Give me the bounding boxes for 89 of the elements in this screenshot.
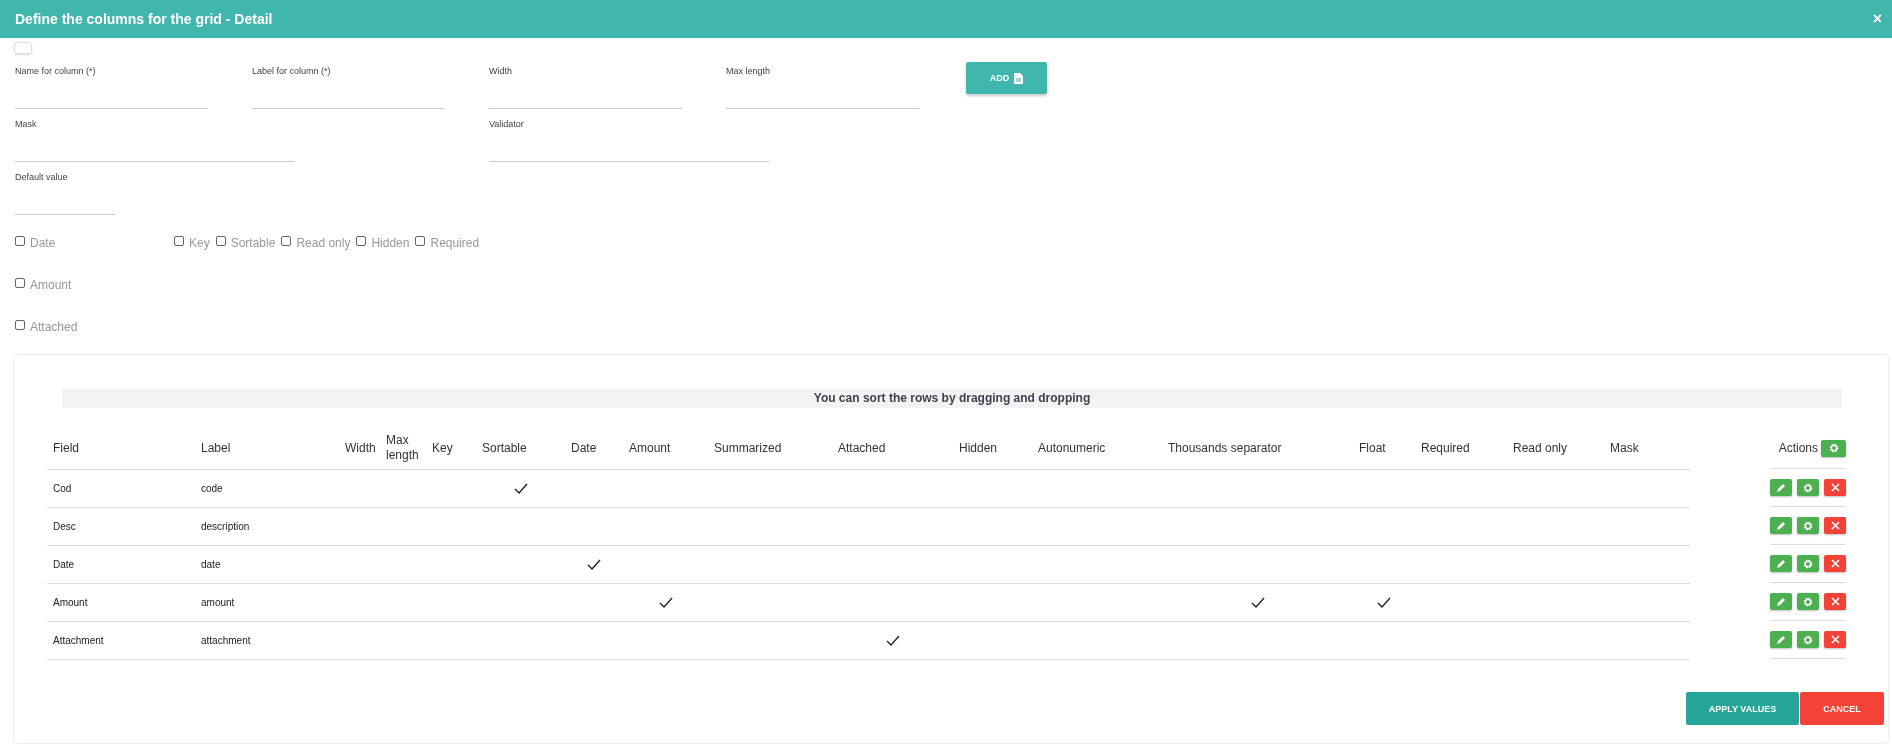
window-title: Define the columns for the grid - Detail bbox=[15, 11, 273, 27]
settings-button[interactable] bbox=[1797, 555, 1819, 572]
settings-icon bbox=[1803, 634, 1813, 645]
edit-button[interactable] bbox=[1770, 555, 1792, 572]
table-cell: attachment bbox=[195, 621, 342, 659]
checkbox[interactable]: Read only bbox=[281, 235, 351, 251]
table-cell: Cod bbox=[47, 469, 195, 507]
checkmark-icon bbox=[513, 482, 528, 494]
column-header: Thousands separator bbox=[1162, 428, 1353, 469]
checkmark-icon bbox=[885, 634, 900, 646]
checkbox[interactable]: Sortable bbox=[215, 235, 276, 251]
table-cell: Attachment bbox=[47, 621, 195, 659]
checkmark-icon bbox=[658, 596, 673, 608]
column-header: Required bbox=[1415, 428, 1507, 469]
column-header: Attached bbox=[832, 428, 953, 469]
settings-button[interactable] bbox=[1797, 593, 1819, 610]
cancel-button[interactable]: CANCEL bbox=[1800, 692, 1884, 725]
checkbox[interactable]: Required bbox=[415, 235, 480, 251]
edit-button[interactable] bbox=[1770, 631, 1792, 648]
delete-button[interactable] bbox=[1824, 631, 1846, 648]
settings-icon bbox=[1803, 482, 1813, 493]
table-cell: Desc bbox=[47, 507, 195, 545]
settings-icon bbox=[1803, 520, 1813, 531]
settings-button[interactable] bbox=[1797, 631, 1819, 648]
pencil-icon bbox=[1776, 482, 1786, 493]
field-label: Max length bbox=[726, 66, 772, 78]
file-icon bbox=[1014, 72, 1024, 84]
checkbox[interactable]: Key bbox=[174, 235, 210, 251]
checkmark-icon bbox=[587, 558, 601, 570]
checkmark-icon bbox=[1377, 596, 1391, 608]
table-cell: code bbox=[195, 469, 342, 507]
delete-button[interactable] bbox=[1824, 517, 1846, 534]
field-label: Label for column (*) bbox=[252, 66, 332, 78]
field-label: Mask bbox=[15, 119, 38, 131]
settings-button[interactable] bbox=[1797, 517, 1819, 534]
add-button[interactable]: ADD bbox=[966, 62, 1047, 94]
table-cell: date bbox=[195, 545, 342, 583]
column-header: Max length bbox=[383, 428, 426, 469]
close-icon bbox=[1830, 635, 1840, 644]
column-header: Actions bbox=[1778, 440, 1818, 456]
edit-button[interactable] bbox=[1770, 593, 1792, 610]
column-header: Date bbox=[565, 428, 623, 469]
column-header: Amount bbox=[623, 428, 708, 469]
apply-values-button[interactable]: APPLY VALUES bbox=[1686, 692, 1799, 725]
table-cell: Amount bbox=[47, 583, 195, 621]
column-header: Float bbox=[1353, 428, 1415, 469]
column-header: Autonumeric bbox=[1032, 428, 1162, 469]
column-header: Mask bbox=[1607, 428, 1690, 469]
settings-icon bbox=[1803, 596, 1813, 607]
close-button[interactable]: × bbox=[1868, 10, 1886, 28]
field-label: Width bbox=[489, 66, 513, 78]
column-header: Field bbox=[47, 428, 195, 469]
settings-button[interactable] bbox=[1821, 439, 1846, 457]
checkmark-icon bbox=[1250, 596, 1265, 608]
table-cell: amount bbox=[195, 583, 342, 621]
delete-button[interactable] bbox=[1824, 593, 1846, 610]
column-header: Hidden bbox=[953, 428, 1032, 469]
column-header: Read only bbox=[1507, 428, 1607, 469]
settings-button[interactable] bbox=[1797, 479, 1819, 496]
field-label: Default value bbox=[15, 172, 69, 184]
close-icon bbox=[1830, 559, 1840, 568]
checkbox[interactable]: Date bbox=[15, 235, 174, 251]
field-label: Name for column (*) bbox=[15, 66, 97, 78]
close-icon bbox=[1830, 483, 1840, 492]
edit-button[interactable] bbox=[1770, 517, 1792, 534]
column-header: Key bbox=[426, 428, 476, 469]
checkbox[interactable]: Hidden bbox=[356, 235, 410, 251]
column-header: Width bbox=[342, 428, 383, 469]
table-cell: description bbox=[195, 507, 342, 545]
small-toggle[interactable] bbox=[14, 42, 32, 54]
column-header: Label bbox=[195, 428, 342, 469]
pencil-icon bbox=[1776, 634, 1786, 645]
column-header: Sortable bbox=[476, 428, 565, 469]
column-header: Summarized bbox=[708, 428, 832, 469]
pencil-icon bbox=[1776, 558, 1786, 569]
delete-button[interactable] bbox=[1824, 555, 1846, 572]
pencil-icon bbox=[1776, 596, 1786, 607]
checkbox[interactable]: Amount bbox=[15, 277, 174, 293]
delete-button[interactable] bbox=[1824, 479, 1846, 496]
checkbox[interactable]: Attached bbox=[15, 319, 174, 335]
close-icon bbox=[1830, 597, 1840, 606]
pencil-icon bbox=[1776, 520, 1786, 531]
field-label: Validator bbox=[489, 119, 525, 131]
table-cell: Date bbox=[47, 545, 195, 583]
settings-icon bbox=[1803, 558, 1813, 569]
settings-icon bbox=[1828, 443, 1839, 453]
close-icon bbox=[1830, 521, 1840, 530]
edit-button[interactable] bbox=[1770, 479, 1792, 496]
sort-hint-banner: You can sort the rows by dragging and dropping bbox=[62, 389, 1842, 408]
